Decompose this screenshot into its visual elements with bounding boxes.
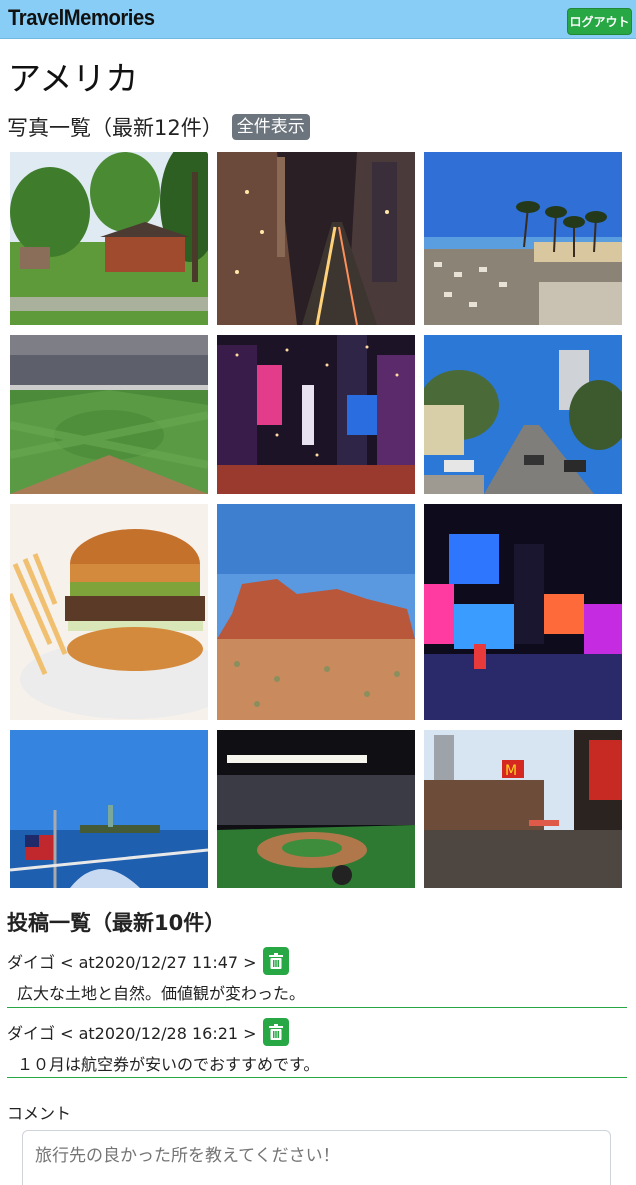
stadium-night-game-photo[interactable]: [217, 730, 415, 888]
post-meta-text: ダイゴ < at2020/12/27 11:47 >: [7, 953, 257, 972]
show-all-button[interactable]: 全件表示: [231, 114, 310, 140]
navbar: TravelMemories ログアウト: [0, 0, 636, 39]
post-meta: ダイゴ < at2020/12/28 16:21 >: [7, 1017, 627, 1047]
post-divider: [7, 1007, 627, 1008]
monument-valley-photo[interactable]: [217, 504, 415, 720]
city-street-night-photo[interactable]: [217, 152, 415, 325]
post-item: ダイゴ < at2020/12/28 16:21 > １０月は航空券が安いのでお…: [7, 1017, 627, 1075]
times-square-confetti-photo[interactable]: [217, 335, 415, 494]
suburban-house-photo[interactable]: [10, 152, 208, 325]
svg-text:M: M: [505, 763, 517, 779]
baseball-stadium-photo[interactable]: [10, 335, 208, 494]
logout-button[interactable]: ログアウト: [567, 8, 632, 35]
post-body: １０月は航空券が安いのでおすすめです。: [17, 1055, 320, 1074]
comment-input[interactable]: [22, 1130, 611, 1185]
trash-icon: [268, 953, 283, 969]
delete-button[interactable]: [262, 947, 289, 975]
post-meta: ダイゴ < at2020/12/27 11:47 >: [7, 946, 627, 976]
photos-heading-label: 写真一覧（最新12件）: [7, 116, 223, 140]
post-item: ダイゴ < at2020/12/27 11:47 > 広大な土地と自然。価値観が…: [7, 946, 627, 1004]
post-divider: [7, 1077, 627, 1078]
hamburger-fries-photo[interactable]: [10, 504, 208, 720]
statue-of-liberty-boat-photo[interactable]: [10, 730, 208, 888]
san-francisco-street-photo[interactable]: [424, 335, 622, 494]
delete-button[interactable]: [262, 1018, 289, 1046]
post-meta-text: ダイゴ < at2020/12/28 16:21 >: [7, 1024, 257, 1043]
comment-label: コメント: [7, 1104, 72, 1123]
beach-parking-palms-photo[interactable]: [424, 152, 622, 325]
posts-heading: 投稿一覧（最新10件）: [7, 911, 226, 935]
trash-icon: [268, 1024, 283, 1040]
photos-heading: 写真一覧（最新12件） 全件表示: [7, 112, 310, 142]
post-body: 広大な土地と自然。価値観が変わった。: [17, 984, 306, 1003]
street-mcdonalds-photo[interactable]: M: [424, 730, 622, 888]
brand-logo[interactable]: TravelMemories: [8, 5, 155, 31]
times-square-night-photo[interactable]: [424, 504, 622, 720]
page-title: アメリカ: [8, 59, 139, 98]
